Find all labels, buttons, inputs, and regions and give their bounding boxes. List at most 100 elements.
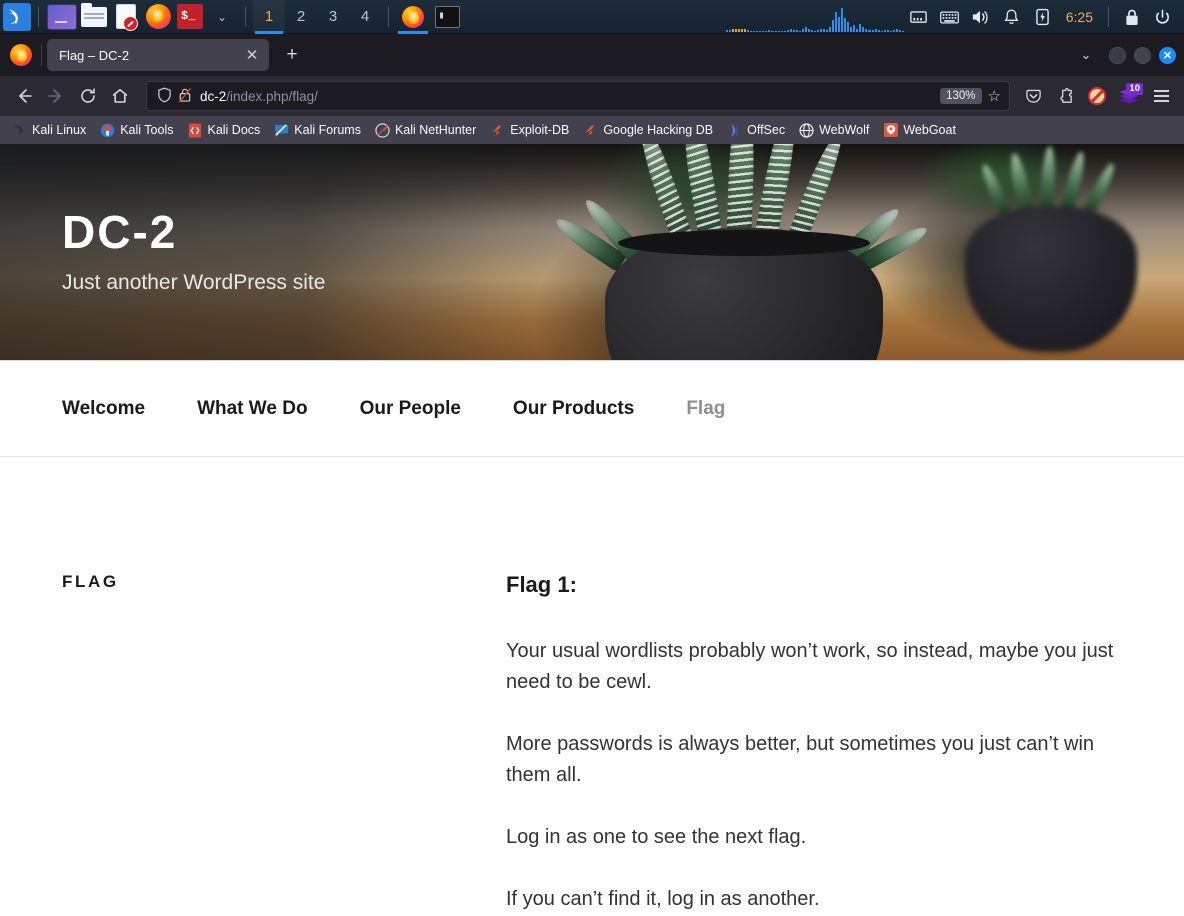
notifications-bell-icon[interactable]: [996, 0, 1027, 34]
site-description: Just another WordPress site: [62, 271, 326, 294]
lock-insecure-icon[interactable]: [178, 87, 192, 106]
url-text[interactable]: dc-2/index.php/flag/: [200, 89, 940, 104]
pocket-icon[interactable]: [1018, 81, 1048, 111]
layers-icon[interactable]: 10: [1114, 81, 1144, 111]
battery-icon[interactable]: [1027, 0, 1058, 34]
volume-icon[interactable]: [965, 0, 996, 34]
entry-paragraph: More passwords is always better, but som…: [506, 733, 1095, 786]
kali-forums-icon: [274, 123, 289, 138]
logout-icon[interactable]: [1147, 0, 1178, 34]
bookmark-label: Google Hacking DB: [603, 123, 714, 137]
bookmarks-bar: Kali Linux Kali Tools Kali Docs Kali For…: [0, 116, 1184, 144]
bookmark-label: Kali NetHunter: [394, 123, 477, 137]
bookmark-label: Kali Tools: [120, 123, 174, 137]
bookmark-label: OffSec: [747, 123, 786, 137]
taskbar-window-firefox[interactable]: [396, 0, 430, 34]
reload-icon[interactable]: [72, 80, 104, 112]
minimize-button[interactable]: [1109, 46, 1126, 64]
noscript-icon[interactable]: [1082, 81, 1112, 111]
app-switcher-icon[interactable]: [47, 2, 77, 32]
page-content: FLAG Flag 1: Your usual wordlists probab…: [0, 457, 1184, 911]
chevron-down-icon[interactable]: ⌄: [207, 2, 237, 32]
bookmark-label: Exploit-DB: [510, 123, 570, 137]
back-icon[interactable]: [8, 80, 40, 112]
kali-docs-icon: [187, 122, 202, 138]
bookmark-webwolf[interactable]: WebWolf: [793, 120, 875, 141]
bookmark-kali-tools[interactable]: Kali Tools: [94, 120, 179, 141]
bookmark-star-icon[interactable]: ☆: [988, 87, 1001, 105]
bookmark-exploit-db[interactable]: Exploit-DB: [484, 120, 575, 141]
home-icon[interactable]: [104, 80, 136, 112]
entry-paragraph: Your usual wordlists probably won’t work…: [506, 640, 1114, 693]
bookmark-label: WebWolf: [819, 123, 870, 137]
tray-divider: [1108, 7, 1109, 27]
terminal-window-glyph: ▮: [434, 5, 460, 28]
close-icon[interactable]: ✕: [241, 44, 263, 66]
list-all-tabs-icon[interactable]: ⌄: [1071, 40, 1101, 70]
maximize-button[interactable]: [1134, 46, 1151, 64]
taskbar-window-terminal[interactable]: ▮: [430, 0, 464, 34]
page-sidebar: FLAG: [62, 572, 506, 911]
zoom-level-indicator[interactable]: 130%: [940, 88, 982, 104]
site-title[interactable]: DC-2: [62, 209, 325, 255]
new-tab-button[interactable]: +: [277, 40, 307, 70]
tab-title: Flag – DC-2: [59, 47, 130, 63]
bookmark-kali-docs[interactable]: Kali Docs: [181, 120, 266, 141]
bookmark-kali-forums[interactable]: Kali Forums: [268, 120, 367, 141]
clock[interactable]: 6:25: [1058, 9, 1101, 25]
keyboard-icon[interactable]: [934, 0, 965, 34]
browser-tab-flag-dc2[interactable]: Flag – DC-2 ✕: [47, 39, 269, 71]
workspace-1[interactable]: 1: [253, 0, 285, 34]
site-navigation: Welcome What We Do Our People Our Produc…: [0, 360, 1184, 457]
bookmark-offsec[interactable]: OffSec: [721, 120, 791, 141]
nav-item-what-we-do[interactable]: What We Do: [197, 398, 307, 420]
google-hacking-db-icon: [583, 123, 598, 138]
url-bar[interactable]: dc-2/index.php/flag/ 130% ☆: [146, 81, 1010, 111]
forward-icon[interactable]: [40, 80, 72, 112]
workspace-3[interactable]: 3: [317, 0, 349, 34]
navigation-toolbar: dc-2/index.php/flag/ 130% ☆ 10: [0, 76, 1184, 116]
firefox-icon[interactable]: [143, 2, 173, 32]
extensions-icon[interactable]: [1050, 81, 1080, 111]
bookmark-kali-linux[interactable]: Kali Linux: [6, 120, 92, 141]
nav-item-flag[interactable]: Flag: [686, 398, 725, 420]
entry-paragraph: Log in as one to see the next flag.: [506, 826, 807, 848]
nav-item-our-people[interactable]: Our People: [360, 398, 461, 420]
terminal-prompt-glyph: $_: [177, 4, 203, 29]
offsec-icon: [727, 123, 742, 138]
lock-icon[interactable]: [1116, 0, 1147, 34]
workspace-2[interactable]: 2: [285, 0, 317, 34]
terminal-icon[interactable]: $_: [175, 2, 205, 32]
tabstrip-divider: [41, 44, 42, 66]
firefox-brand-icon: [6, 44, 36, 66]
network-icon[interactable]: [903, 0, 934, 34]
webgoat-icon: [883, 123, 898, 138]
kali-dragon-glyph: [8, 9, 19, 24]
shield-icon[interactable]: [157, 87, 172, 106]
kali-dragon-icon: [12, 123, 27, 138]
bookmark-kali-nethunter[interactable]: Kali NetHunter: [369, 120, 482, 141]
kali-menu-icon[interactable]: [3, 2, 31, 31]
text-editor-icon[interactable]: [111, 2, 141, 32]
toolbar-right-buttons: 10: [1018, 81, 1176, 111]
entry-title: Flag 1:: [506, 572, 577, 597]
app-menu-icon[interactable]: [1146, 81, 1176, 111]
webwolf-icon: [799, 122, 814, 138]
taskbar-window-list: ▮: [396, 0, 464, 34]
nav-item-our-products[interactable]: Our Products: [513, 398, 634, 420]
taskbar-divider-3: [388, 6, 389, 27]
web-page: DC-2 Just another WordPress site Welcome…: [0, 144, 1184, 911]
bookmark-webgoat[interactable]: WebGoat: [877, 120, 962, 141]
file-manager-icon[interactable]: [79, 2, 109, 32]
taskbar-divider-1: [38, 6, 39, 27]
bookmark-label: WebGoat: [903, 123, 956, 137]
workspace-4[interactable]: 4: [349, 0, 381, 34]
taskbar-divider-2: [245, 6, 246, 27]
bookmark-google-hacking-db[interactable]: Google Hacking DB: [577, 120, 719, 141]
os-taskbar: $_ ⌄ 1 2 3 4 ▮ 6:25: [0, 0, 1184, 34]
url-path: /index.php/flag/: [226, 88, 318, 104]
nav-item-welcome[interactable]: Welcome: [62, 398, 145, 420]
close-window-button[interactable]: ✕: [1159, 46, 1176, 64]
taskbar-launchers: $_ ⌄: [0, 0, 238, 33]
bookmark-label: Kali Linux: [32, 123, 87, 137]
